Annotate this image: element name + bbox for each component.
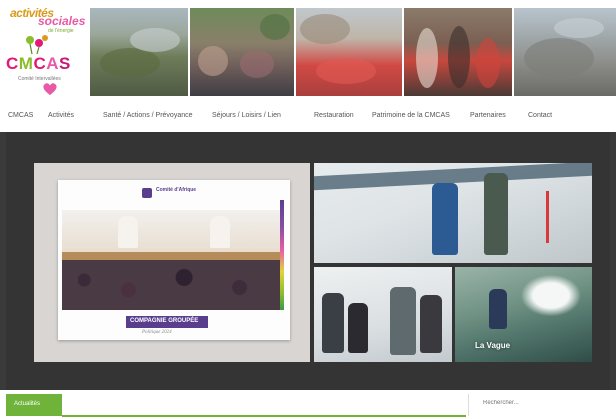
skier — [390, 287, 416, 355]
photo-figure — [118, 216, 138, 248]
banner-photo-boat-tour — [296, 8, 402, 96]
brochure-ribbon-text: COMPAGNIE GROUPÉE — [130, 318, 199, 324]
brochure-photo — [62, 210, 284, 310]
featured-tile-ski-group[interactable] — [314, 267, 452, 362]
nav-item-patrimoine[interactable]: Patrimoine de la CMCAS — [372, 112, 450, 119]
nav-item-sejours[interactable]: Séjours / Loisirs / Lien — [212, 112, 281, 119]
brochure-color-stripe — [280, 200, 284, 310]
skier — [322, 293, 344, 353]
nav-item-cmcas[interactable]: CMCAS — [8, 112, 33, 119]
banner-photo-group-meal — [190, 8, 294, 96]
skier — [420, 295, 442, 353]
photo-sky — [62, 210, 284, 256]
tile-caption-surf: La Vague — [475, 341, 511, 350]
nav-item-contact[interactable]: Contact — [528, 112, 552, 119]
site-header: activités sociales de l'énergie CMCAS Co… — [0, 0, 616, 100]
news-tab[interactable]: Actualités — [6, 394, 62, 416]
banner-photo-town — [90, 8, 188, 96]
news-underline — [62, 415, 466, 417]
logo-heart-icon — [43, 83, 57, 95]
brochure-title: Comité d'Afrique — [156, 187, 197, 193]
search-input[interactable] — [483, 398, 603, 408]
acronym-letter: A — [46, 54, 60, 73]
banner-photo-people — [404, 8, 512, 96]
featured-tile-brochure[interactable]: Comité d'Afrique COMPAGNIE GROUPÉE Polit… — [34, 163, 310, 362]
search-box — [468, 394, 616, 416]
photo-figure — [210, 216, 230, 248]
news-bar: Actualités — [0, 392, 616, 419]
logo-acronym: CMCAS — [6, 54, 71, 74]
acronym-letter: S — [59, 54, 71, 73]
nav-item-sante[interactable]: Santé / Actions / Prévoyance — [103, 112, 193, 119]
news-tab-label: Actualités — [14, 401, 41, 407]
photo-wall — [62, 252, 284, 260]
nav-item-activites[interactable]: Activités — [48, 112, 74, 119]
crest-icon — [142, 188, 152, 198]
brochure-subtitle: Politique 2024 — [142, 330, 172, 335]
nav-item-restauration[interactable]: Restauration — [314, 112, 354, 119]
logo-line-3: de l'énergie — [48, 28, 74, 34]
featured-tile-ski-kids[interactable] — [314, 163, 592, 263]
cmcas-logo[interactable]: activités sociales de l'énergie CMCAS Co… — [6, 4, 88, 96]
logo-flowers-icon — [26, 35, 48, 55]
featured-tile-surf[interactable]: La Vague — [455, 267, 592, 362]
acronym-letter: C — [6, 54, 19, 73]
skier-child — [432, 183, 458, 255]
surfer — [489, 289, 507, 329]
skier-adult — [484, 173, 508, 255]
slalom-pole — [546, 191, 549, 243]
acronym-letter: C — [33, 54, 47, 73]
featured-slider: Comité d'Afrique COMPAGNIE GROUPÉE Polit… — [0, 132, 616, 390]
skier — [348, 303, 368, 353]
acronym-letter: M — [18, 54, 34, 73]
main-nav: CMCAS Activités Santé / Actions / Prévoy… — [0, 108, 616, 128]
logo-line-2: sociales — [38, 14, 86, 28]
photo-grapes — [62, 260, 284, 310]
nav-item-partenaires[interactable]: Partenaires — [470, 112, 506, 119]
brochure-card: Comité d'Afrique COMPAGNIE GROUPÉE Polit… — [58, 180, 290, 340]
banner-photo-city — [514, 8, 616, 96]
